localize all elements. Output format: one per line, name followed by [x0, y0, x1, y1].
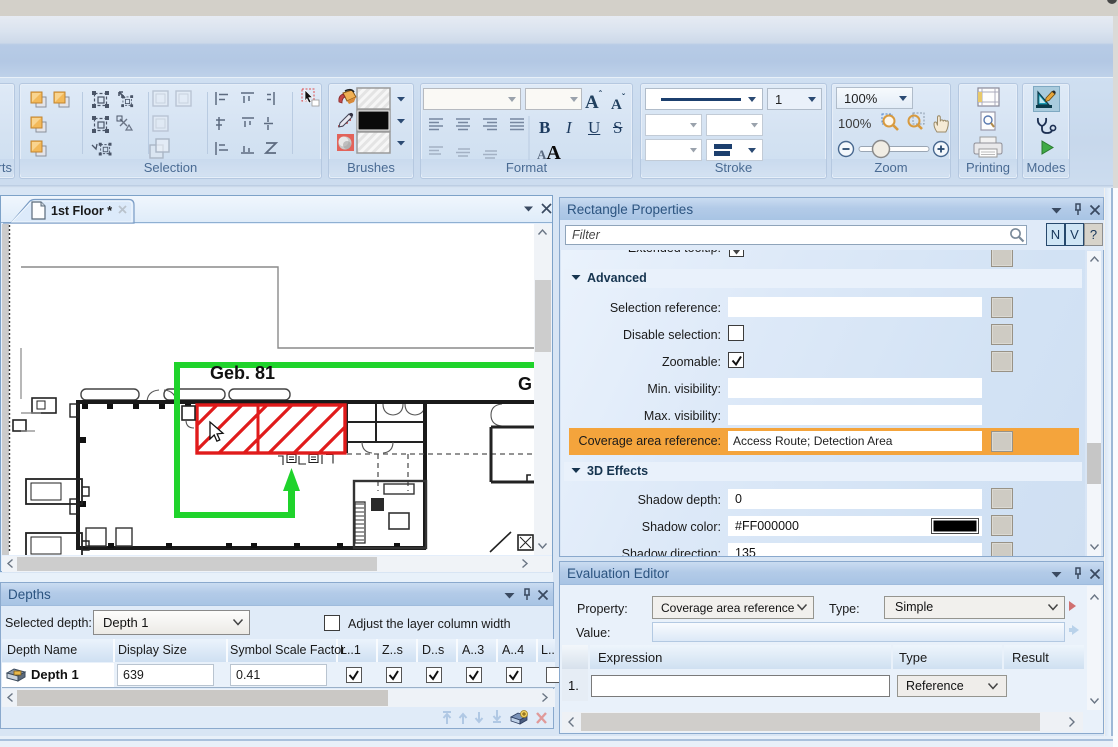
- svg-text:1st Floor *: 1st Floor *: [51, 204, 112, 218]
- svg-text:Geb. 81: Geb. 81: [210, 363, 275, 383]
- svg-text:G: G: [518, 374, 532, 394]
